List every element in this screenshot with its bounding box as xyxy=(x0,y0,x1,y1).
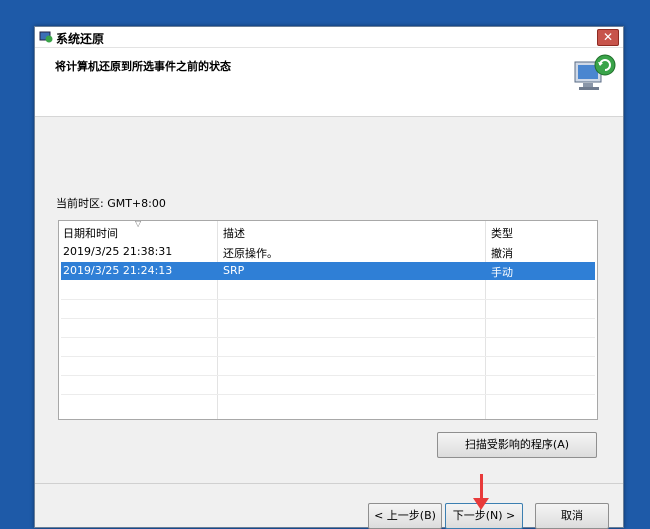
cancel-button[interactable]: 取消 xyxy=(535,503,609,529)
page-heading: 将计算机还原到所选事件之前的状态 xyxy=(55,60,231,73)
row-type: 手动 xyxy=(491,266,513,279)
column-header-description[interactable]: 描述 xyxy=(223,225,245,241)
annotation-arrow-shaft xyxy=(480,474,483,500)
row-date: 2019/3/25 21:38:31 xyxy=(63,245,173,258)
back-button[interactable]: < 上一步(B) xyxy=(368,503,442,529)
scan-affected-programs-button[interactable]: 扫描受影响的程序(A) xyxy=(437,432,597,458)
system-restore-icon xyxy=(39,31,53,43)
column-header-date[interactable]: 日期和时间 xyxy=(63,225,118,241)
row-description: 还原操作。 xyxy=(223,247,278,260)
table-header: 日期和时间 ▽ 描述 类型 xyxy=(59,219,597,241)
table-row[interactable]: 2019/3/25 21:38:31 还原操作。 撤消 xyxy=(61,243,595,261)
sort-down-icon: ▽ xyxy=(135,219,142,228)
row-description: SRP xyxy=(223,264,245,277)
header-panel: 将计算机还原到所选事件之前的状态 xyxy=(35,48,623,117)
close-icon: ✕ xyxy=(602,30,614,44)
row-date: 2019/3/25 21:24:13 xyxy=(63,264,173,277)
title-bar: 系统还原 ✕ xyxy=(35,27,623,48)
timezone-label: 当前时区: GMT+8:00 xyxy=(56,197,166,210)
table-row-selected[interactable]: 2019/3/25 21:24:13 SRP 手动 xyxy=(61,262,595,280)
restore-computer-icon xyxy=(574,54,616,90)
close-button[interactable]: ✕ xyxy=(597,29,619,46)
row-type: 撤消 xyxy=(491,247,513,260)
divider xyxy=(35,483,623,484)
system-restore-window: 系统还原 ✕ 将计算机还原到所选事件之前的状态 当前时区: GMT+8:00 日… xyxy=(34,26,624,529)
column-header-type[interactable]: 类型 xyxy=(491,225,513,241)
restore-points-table: 日期和时间 ▽ 描述 类型 2019/3/25 21:38:31 还原操作。 撤… xyxy=(58,219,598,420)
annotation-arrow-down-icon xyxy=(473,498,489,510)
window-title: 系统还原 xyxy=(56,32,105,46)
